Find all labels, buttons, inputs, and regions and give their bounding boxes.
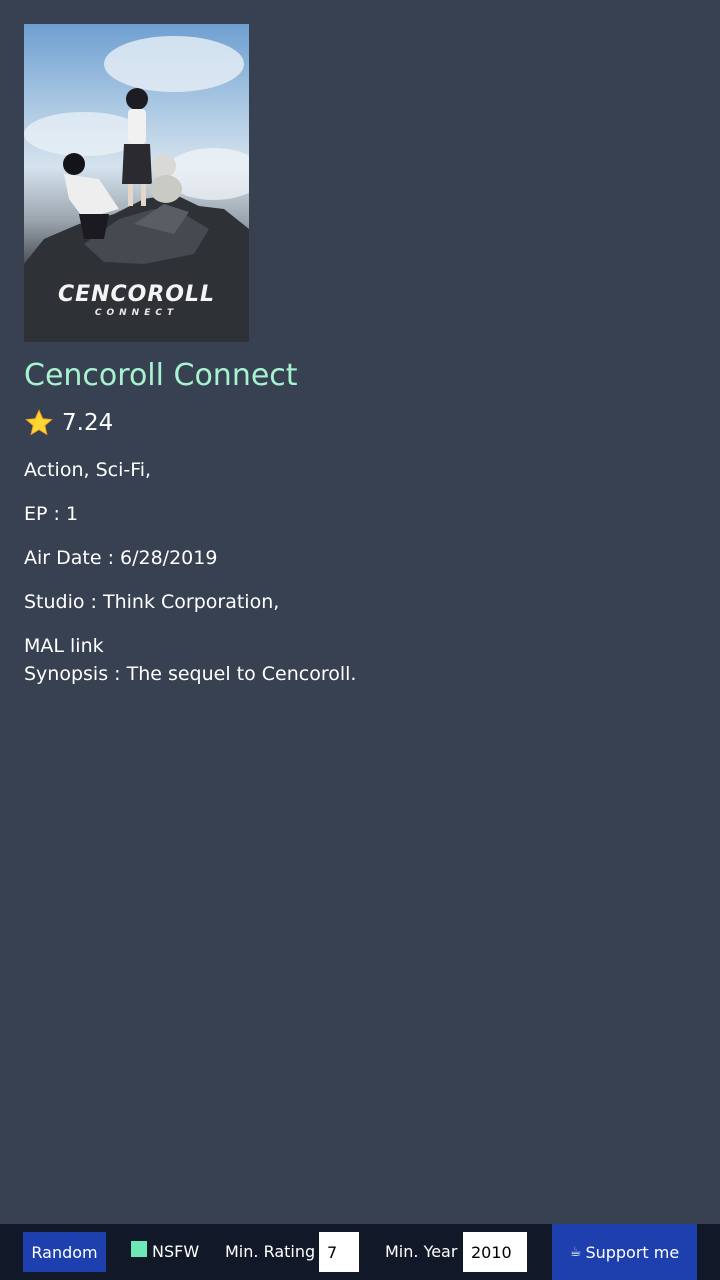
anime-title: Cencoroll Connect (24, 358, 298, 393)
studio: Studio : Think Corporation, (24, 591, 280, 613)
synopsis: Synopsis : The sequel to Cencoroll. (24, 663, 357, 685)
min-rating-input[interactable] (319, 1232, 359, 1272)
nsfw-label: NSFW (152, 1242, 200, 1261)
poster-title-logo: CENCOROLL (57, 282, 216, 307)
anime-card: CENCOROLL CONNECT Cencoroll Connect 7.24… (24, 24, 696, 686)
anime-poster: CENCOROLL CONNECT (24, 24, 249, 342)
episode-count: EP : 1 (24, 503, 79, 525)
poster-subtitle-logo: CONNECT (94, 308, 179, 318)
min-year-input[interactable] (463, 1232, 527, 1272)
min-year-label: Min. Year (385, 1242, 458, 1261)
star-icon (25, 409, 53, 436)
nsfw-checkbox[interactable] (131, 1241, 147, 1257)
support-label: Support me (585, 1242, 680, 1262)
rating-row: 7.24 (24, 408, 696, 438)
random-button[interactable]: Random (23, 1232, 106, 1272)
min-rating-label: Min. Rating (225, 1242, 316, 1261)
coffee-icon: ☕ (569, 1244, 582, 1260)
genres: Action, Sci-Fi, (24, 459, 152, 481)
air-date: Air Date : 6/28/2019 (24, 547, 218, 569)
mal-link[interactable]: MAL link (24, 634, 696, 658)
bottom-toolbar: Random NSFW Min. Rating Min. Year ☕ Supp… (0, 1224, 720, 1280)
support-me-button[interactable]: ☕ Support me (552, 1224, 697, 1280)
rating-value: 7.24 (62, 410, 114, 436)
